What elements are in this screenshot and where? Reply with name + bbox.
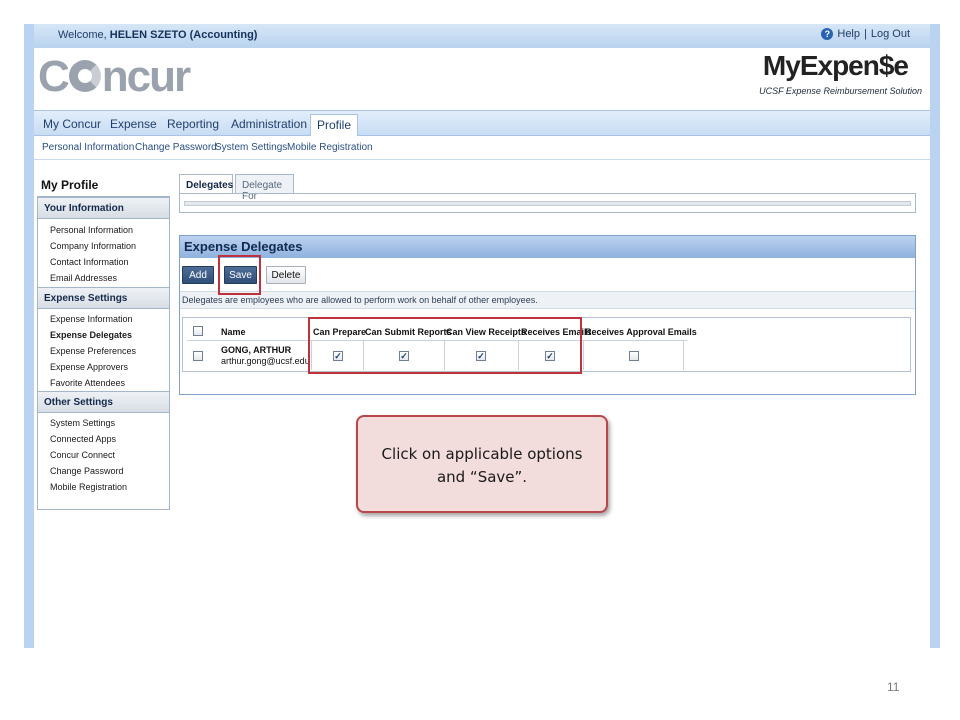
sidebar-item-expense-approvers[interactable]: Expense Approvers [50, 362, 128, 372]
sidebar-section-other-settings: Other Settings [38, 391, 169, 413]
main-nav: My Concur Expense Reporting Administrati… [34, 110, 930, 138]
cell-divider [683, 340, 684, 370]
myexpense-subtitle: UCSF Expense Reimbursement Solution [759, 86, 922, 96]
nav-expense[interactable]: Expense [110, 117, 157, 131]
help-icon[interactable]: ? [821, 28, 834, 40]
delegate-name: GONG, ARTHUR [221, 345, 292, 355]
link-separator: | [864, 28, 867, 40]
tab-delegate-for[interactable]: Delegate For [235, 174, 294, 202]
sidebar-item-favorite-attendees[interactable]: Favorite Attendees [50, 378, 125, 388]
sidebar-section-expense-settings: Expense Settings [38, 287, 169, 309]
sidebar-item-mobile-registration[interactable]: Mobile Registration [50, 482, 127, 492]
sidebar-item-company-information[interactable]: Company Information [50, 241, 136, 251]
sidebar-item-expense-information[interactable]: Expense Information [50, 314, 133, 324]
subnav-system-settings[interactable]: System Settings [215, 142, 287, 153]
callout-line-2: and “Save”. [436, 468, 528, 486]
sidebar-item-personal-information[interactable]: Personal Information [50, 225, 133, 235]
nav-my-concur[interactable]: My Concur [43, 117, 101, 131]
col-name: Name [221, 327, 246, 337]
sidebar-item-system-settings[interactable]: System Settings [50, 418, 115, 428]
col-receives-approval-emails: Receives Approval Emails [585, 327, 697, 337]
sidebar: Your Information Personal Information Co… [37, 196, 170, 510]
sidebar-item-expense-preferences[interactable]: Expense Preferences [50, 346, 136, 356]
welcome-user: HELEN SZETO (Accounting) [109, 29, 258, 41]
tab-panel-bar [184, 201, 911, 206]
sidebar-item-contact-information[interactable]: Contact Information [50, 257, 129, 267]
sidebar-title: My Profile [41, 178, 99, 192]
instruction-callout: Click on applicable options and “Save”. [356, 415, 608, 513]
concur-ring-icon [68, 60, 101, 92]
add-button[interactable]: Add [182, 266, 214, 284]
logout-link[interactable]: Log Out [871, 28, 910, 40]
nav-reporting[interactable]: Reporting [167, 117, 219, 131]
concur-logo: Cncur [38, 52, 191, 102]
concur-logo-letter: C [38, 52, 70, 101]
sidebar-item-expense-delegates[interactable]: Expense Delegates [50, 330, 132, 340]
sidebar-item-connected-apps[interactable]: Connected Apps [50, 434, 116, 444]
row-select-checkbox[interactable] [193, 351, 203, 361]
subnav-change-password[interactable]: Change Password [135, 142, 217, 153]
callout-line-1: Click on applicable options [381, 445, 583, 463]
nav-profile[interactable]: Profile [310, 114, 359, 138]
delete-button[interactable]: Delete [266, 266, 306, 284]
subnav-personal-information[interactable]: Personal Information [42, 142, 134, 153]
header: Cncur MyExpen$e UCSF Expense Reimburseme… [34, 48, 930, 110]
welcome-bar: Welcome, HELEN SZETO (Accounting) ? Help… [34, 24, 930, 48]
sidebar-section-your-information: Your Information [38, 197, 169, 219]
select-all-checkbox[interactable] [193, 326, 203, 336]
save-highlight-box [218, 255, 261, 295]
panel-title: Expense Delegates [180, 236, 915, 258]
help-link[interactable]: Help [837, 28, 860, 40]
welcome-text: Welcome, HELEN SZETO (Accounting) [58, 29, 257, 41]
delegates-info-text: Delegates are employees who are allowed … [180, 291, 915, 309]
tab-panel [179, 193, 916, 213]
sub-nav: Personal Information Change Password Sys… [34, 136, 930, 160]
welcome-prefix: Welcome, [58, 29, 110, 41]
cell-divider [583, 340, 584, 370]
subnav-mobile-registration[interactable]: Mobile Registration [287, 142, 373, 153]
sidebar-item-concur-connect[interactable]: Concur Connect [50, 450, 115, 460]
permissions-highlight-box [308, 317, 582, 374]
nav-administration[interactable]: Administration [231, 117, 307, 131]
myexpense-logo: MyExpen$e [762, 50, 909, 81]
concur-logo-text: ncur [101, 52, 191, 101]
receives-approval-emails-checkbox[interactable] [629, 351, 639, 361]
tab-delegates[interactable]: Delegates [179, 174, 233, 194]
sidebar-item-email-addresses[interactable]: Email Addresses [50, 273, 117, 283]
delegate-email: arthur.gong@ucsf.edu [221, 356, 310, 366]
slide-number: 11 [887, 680, 900, 694]
help-links: ? Help | Log Out [821, 28, 910, 40]
sidebar-item-change-password[interactable]: Change Password [50, 466, 124, 476]
